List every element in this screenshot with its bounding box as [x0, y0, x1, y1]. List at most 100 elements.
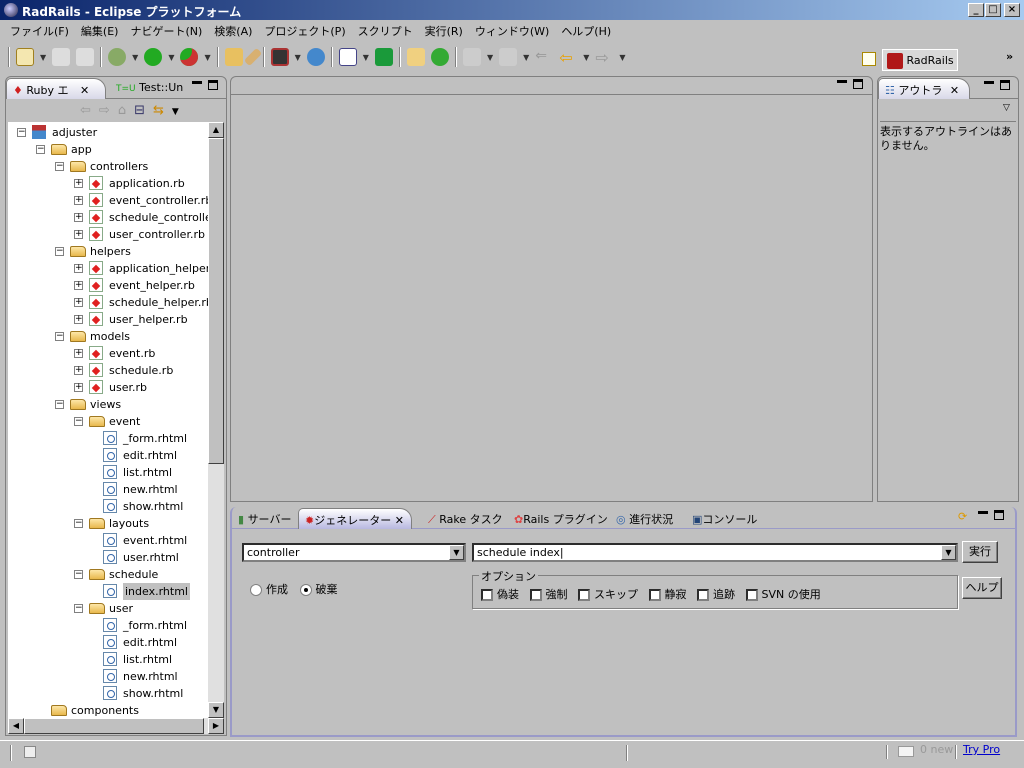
tree-item[interactable]: + schedule_helper.rb	[8, 294, 208, 311]
browser-icon[interactable]	[306, 48, 325, 66]
refresh-icon[interactable]: ⟳	[958, 510, 967, 523]
expand-icon[interactable]: +	[74, 298, 83, 307]
tree-item[interactable]: _form.rhtml	[8, 617, 208, 634]
menu-script[interactable]: スクリプト	[352, 20, 419, 40]
maximize-button[interactable]: □	[985, 3, 1001, 17]
view-menu-icon[interactable]: ▽	[1003, 103, 1010, 113]
tree-item[interactable]: index.rhtml	[8, 583, 208, 600]
terminal-icon[interactable]	[270, 48, 289, 66]
minimize-icon[interactable]	[978, 511, 988, 514]
run-button[interactable]: 実行	[962, 541, 998, 563]
close-button[interactable]: ×	[1004, 3, 1020, 17]
new-icon[interactable]	[16, 48, 34, 66]
tree-item[interactable]: show.rhtml	[8, 498, 208, 515]
collapse-icon[interactable]: −	[36, 145, 45, 154]
minimize-icon[interactable]	[837, 80, 847, 83]
print-icon[interactable]	[76, 48, 95, 66]
option-force[interactable]: 強制	[529, 588, 568, 601]
maximize-icon[interactable]	[994, 510, 1004, 520]
tab-test-unit[interactable]: T=U Test::Un	[110, 78, 189, 99]
forward-icon[interactable]: ⇨	[99, 103, 118, 118]
close-icon[interactable]: ✕	[80, 84, 89, 97]
minimize-icon[interactable]	[984, 81, 994, 84]
expand-icon[interactable]: +	[74, 383, 83, 392]
link-editor-icon[interactable]: ⇆	[153, 103, 172, 118]
expand-icon[interactable]: +	[74, 196, 83, 205]
option-svn[interactable]: SVN の使用	[745, 588, 821, 601]
menu-navigate[interactable]: ナビゲート(N)	[124, 20, 208, 40]
tree-item[interactable]: + application.rb	[8, 175, 208, 192]
mail-icon[interactable]	[898, 746, 914, 757]
prev-annotation-icon[interactable]	[499, 48, 518, 66]
tree-item[interactable]: − layouts	[8, 515, 208, 532]
collapse-icon[interactable]: −	[74, 417, 83, 426]
expand-icon[interactable]: +	[74, 264, 83, 273]
tree-item[interactable]: − app	[8, 141, 208, 158]
tree-horizontal-scrollbar[interactable]: ◀ ▶	[8, 718, 224, 734]
collapse-icon[interactable]: −	[55, 400, 64, 409]
scroll-right-button[interactable]: ▶	[208, 718, 224, 734]
menu-window[interactable]: ウィンドウ(W)	[469, 20, 555, 40]
expand-icon[interactable]: +	[74, 179, 83, 188]
tree-item[interactable]: + user_controller.rb	[8, 226, 208, 243]
option-backtrace[interactable]: 追跡	[697, 588, 735, 601]
tree-item[interactable]: new.rhtml	[8, 481, 208, 498]
option-skip[interactable]: スキップ	[578, 588, 638, 601]
up-icon[interactable]: ⌂	[118, 103, 134, 118]
tree-item[interactable]: list.rhtml	[8, 464, 208, 481]
fast-view-icon[interactable]	[24, 746, 36, 758]
view-menu-icon[interactable]: ▼	[172, 107, 187, 117]
tab-progress[interactable]: ◎ 進行状況	[610, 508, 679, 529]
tab-console[interactable]: ▣コンソール	[686, 508, 763, 529]
open-perspective-icon[interactable]	[862, 52, 876, 66]
tree-item[interactable]: + schedule_controller	[8, 209, 208, 226]
chevron-down-icon[interactable]: ▼	[449, 545, 464, 560]
tree-item[interactable]: + event.rb	[8, 345, 208, 362]
tree-item[interactable]: + event_helper.rb	[8, 277, 208, 294]
tree-item[interactable]: − models	[8, 328, 208, 345]
collapse-icon[interactable]: −	[74, 570, 83, 579]
scroll-down-button[interactable]: ▼	[208, 702, 224, 718]
save-icon[interactable]	[52, 48, 71, 66]
menu-edit[interactable]: 編集(E)	[75, 20, 125, 40]
menu-search[interactable]: 検索(A)	[208, 20, 258, 40]
tree-item[interactable]: + user.rb	[8, 379, 208, 396]
tree-item[interactable]: − user	[8, 600, 208, 617]
minimize-button[interactable]: _	[968, 3, 984, 17]
collapse-all-icon[interactable]: ⊟	[134, 103, 153, 118]
collapse-icon[interactable]: −	[17, 128, 26, 137]
tree-item[interactable]: − views	[8, 396, 208, 413]
tree-item[interactable]: user.rhtml	[8, 549, 208, 566]
list-icon[interactable]	[338, 48, 357, 66]
create-radio[interactable]: 作成	[250, 583, 288, 596]
last-edit-icon[interactable]: ⇐	[535, 48, 553, 66]
new-rails-project-icon[interactable]	[406, 48, 425, 66]
tab-ruby-explorer[interactable]: ♦ Ruby エ ✕	[6, 78, 106, 99]
tree-item[interactable]: − schedule	[8, 566, 208, 583]
expand-icon[interactable]: +	[74, 213, 83, 222]
tree-item[interactable]: − helpers	[8, 243, 208, 260]
tree-item[interactable]: edit.rhtml	[8, 447, 208, 464]
debug-icon[interactable]	[108, 48, 127, 66]
tab-servers[interactable]: ▮ サーバー	[232, 508, 297, 529]
back-icon[interactable]: ⇦	[80, 103, 99, 118]
tree-item[interactable]: event.rhtml	[8, 532, 208, 549]
maximize-icon[interactable]	[1000, 80, 1010, 90]
close-icon[interactable]: ✕	[950, 84, 959, 97]
forward-icon[interactable]: ⇨	[595, 48, 613, 67]
tree-item[interactable]: show.rhtml	[8, 685, 208, 702]
external-tools-icon[interactable]	[180, 48, 199, 66]
chevron-down-icon[interactable]: ▼	[941, 545, 956, 560]
perspective-radrails[interactable]: RadRails	[882, 49, 958, 71]
collapse-icon[interactable]: −	[55, 162, 64, 171]
maximize-icon[interactable]	[853, 79, 863, 89]
tab-rails-plugins[interactable]: ✿Rails プラグイン	[508, 508, 614, 529]
tab-generators[interactable]: ✹ジェネレーター ✕	[298, 508, 412, 529]
more-perspectives[interactable]: »	[1006, 50, 1013, 63]
tree-item[interactable]: edit.rhtml	[8, 634, 208, 651]
expand-icon[interactable]: +	[74, 230, 83, 239]
scroll-thumb-h[interactable]	[24, 718, 204, 734]
open-folder-icon[interactable]	[224, 48, 243, 66]
back-icon[interactable]: ⇦	[559, 48, 577, 67]
collapse-icon[interactable]: −	[55, 247, 64, 256]
